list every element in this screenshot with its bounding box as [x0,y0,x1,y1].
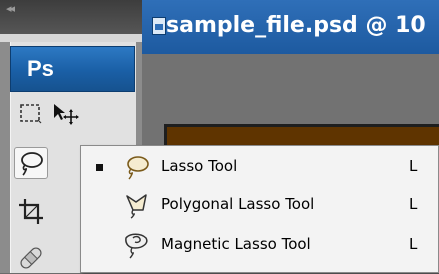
photoshop-logo[interactable]: Ps [10,46,135,92]
menu-item-label: Lasso Tool [161,157,238,175]
menu-item-label: Magnetic Lasso Tool [161,235,311,253]
rectangular-marquee-tool[interactable] [14,98,48,130]
healing-brush-tool[interactable] [14,242,48,274]
magnetic-lasso-icon [125,233,148,259]
menu-item-label: Polygonal Lasso Tool [161,195,315,213]
marquee-icon [20,104,42,124]
document-tab[interactable]: sample_file.psd @ 10 [142,0,439,54]
move-tool[interactable] [48,98,82,130]
crop-icon [19,199,43,224]
bandage-icon [20,247,42,269]
collapse-panel-icon[interactable]: ◂◂ [6,2,15,15]
menu-item-polygonal-lasso-tool[interactable]: Polygonal Lasso Tool L [81,186,438,224]
selected-indicator-icon [96,164,103,171]
psd-file-icon [152,17,166,35]
logo-text: Ps [27,56,54,81]
menu-item-magnetic-lasso-tool[interactable]: Magnetic Lasso Tool L [81,226,438,264]
panel-gripper[interactable] [0,34,142,42]
document-tab-title: sample_file.psd @ 10 [166,13,426,38]
menu-item-lasso-tool[interactable]: Lasso Tool L [81,148,438,186]
lasso-tool[interactable] [14,147,48,179]
crop-tool[interactable] [14,195,48,227]
menu-item-shortcut: L [409,235,418,253]
menu-item-shortcut: L [409,157,418,175]
polygonal-lasso-icon [126,194,147,219]
move-icon [54,104,79,125]
tools-panel-header: ◂◂ [0,0,142,34]
lasso-icon [127,156,149,180]
lasso-icon [21,152,43,176]
lasso-tools-flyout-menu: Lasso Tool L Polygonal Lasso Tool L Magn… [80,145,439,273]
menu-item-shortcut: L [409,195,418,213]
